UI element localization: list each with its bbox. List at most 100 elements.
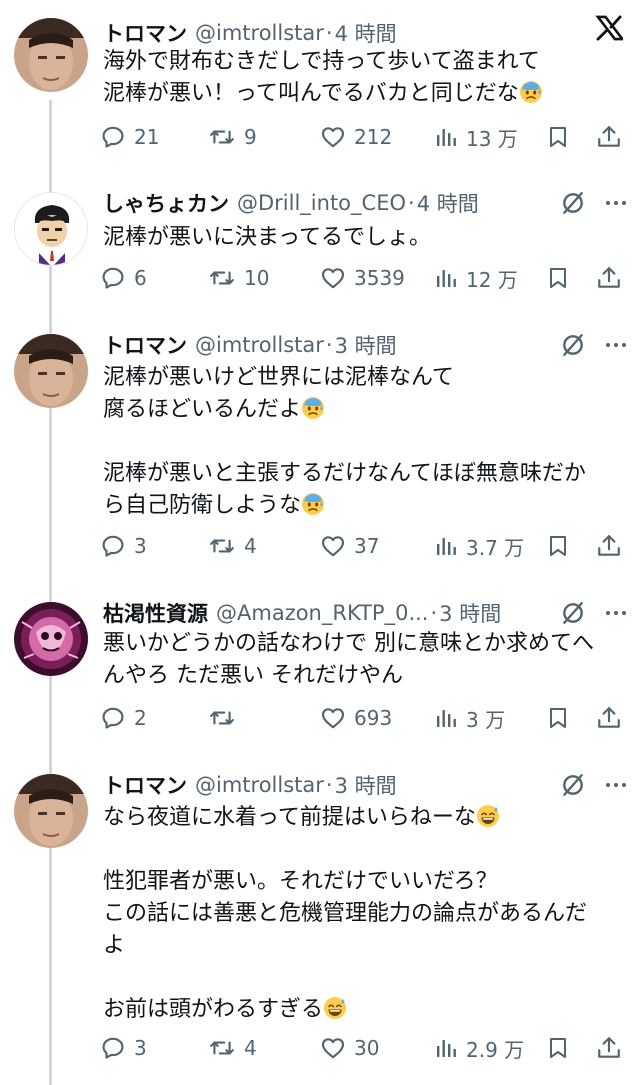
avatar[interactable] bbox=[14, 192, 88, 266]
separator-dot: · bbox=[325, 21, 333, 45]
share-icon bbox=[598, 126, 620, 147]
avatar-photo bbox=[14, 18, 88, 92]
tweet-top-actions bbox=[560, 186, 628, 220]
timestamp[interactable]: 3 時間 bbox=[335, 330, 397, 360]
bookmark-button[interactable] bbox=[546, 261, 570, 295]
tweet-header: トロマン @imtrollstar · 3 時間 bbox=[103, 768, 397, 802]
share-icon bbox=[598, 267, 620, 288]
heart-icon bbox=[321, 708, 345, 729]
tweet-top-actions bbox=[560, 328, 628, 362]
tweet-paragraph: お前は頭がわるすぎる bbox=[103, 994, 628, 1026]
timestamp[interactable]: 4 時間 bbox=[335, 18, 397, 48]
bookmark-button[interactable] bbox=[546, 529, 570, 563]
heart-icon bbox=[321, 127, 345, 148]
avatar[interactable] bbox=[14, 334, 88, 408]
like-button[interactable]: 693 bbox=[320, 701, 392, 735]
views-icon bbox=[437, 270, 456, 287]
display-name[interactable]: しゃちょカン bbox=[103, 188, 229, 218]
retweet-button[interactable]: 4 bbox=[208, 529, 257, 563]
x-logo-icon[interactable] bbox=[595, 14, 623, 42]
avatar[interactable] bbox=[14, 602, 88, 676]
bookmark-icon bbox=[550, 1038, 566, 1058]
grinning-sweat-icon bbox=[476, 804, 500, 828]
display-name[interactable]: トロマン bbox=[103, 330, 187, 360]
views-count: 3.7 万 bbox=[466, 535, 525, 560]
share-button[interactable] bbox=[596, 529, 622, 563]
separator-dot: · bbox=[325, 773, 333, 797]
share-icon bbox=[598, 1037, 620, 1058]
grok-icon[interactable] bbox=[560, 332, 586, 358]
tweet-paragraph: 泥棒が悪いけど世界には泥棒なんて 腐るほどいるんだよ bbox=[103, 365, 454, 422]
separator-dot: · bbox=[408, 191, 415, 215]
like-count: 30 bbox=[354, 1036, 380, 1060]
bookmark-icon bbox=[550, 536, 566, 556]
username[interactable]: @imtrollstar bbox=[195, 21, 324, 45]
like-count: 3539 bbox=[354, 266, 405, 290]
views-button[interactable]: 12 万 bbox=[434, 261, 518, 295]
heart-icon bbox=[321, 268, 345, 289]
display-name[interactable]: トロマン bbox=[103, 770, 187, 800]
retweet-button[interactable]: 9 bbox=[208, 120, 257, 154]
retweet-count: 4 bbox=[244, 1036, 257, 1060]
more-options-icon[interactable] bbox=[604, 333, 628, 357]
views-icon bbox=[437, 129, 456, 146]
bookmark-icon bbox=[550, 127, 566, 147]
share-button[interactable] bbox=[596, 1031, 622, 1065]
retweet-icon bbox=[210, 271, 234, 285]
like-button[interactable]: 30 bbox=[320, 1031, 379, 1065]
tweet-paragraph: 海外で財布むきだしで持って歩いて盗まれて 泥棒が悪い！って叫んでるバカと同じだな bbox=[103, 46, 628, 110]
like-button[interactable]: 37 bbox=[320, 529, 379, 563]
retweet-icon bbox=[210, 539, 234, 553]
bookmark-button[interactable] bbox=[546, 701, 570, 735]
grok-icon[interactable] bbox=[560, 190, 586, 216]
anxious-face-icon bbox=[519, 80, 543, 104]
views-count: 12 万 bbox=[466, 267, 518, 292]
views-button[interactable]: 3.7 万 bbox=[434, 529, 524, 563]
like-count: 693 bbox=[354, 706, 393, 730]
display-name[interactable]: トロマン bbox=[103, 18, 187, 48]
reply-button[interactable]: 21 bbox=[100, 120, 159, 154]
grinning-sweat-icon bbox=[323, 996, 347, 1020]
share-button[interactable] bbox=[596, 261, 622, 295]
retweet-button[interactable] bbox=[208, 701, 244, 735]
reply-button[interactable]: 3 bbox=[100, 1031, 147, 1065]
reply-button[interactable]: 6 bbox=[100, 261, 147, 295]
share-button[interactable] bbox=[596, 120, 622, 154]
username[interactable]: @Drill_into_CEO bbox=[237, 191, 406, 215]
views-button[interactable]: 13 万 bbox=[434, 120, 518, 154]
tweet-header: トロマン @imtrollstar · 4 時間 bbox=[103, 16, 397, 50]
timestamp[interactable]: 3 時間 bbox=[439, 598, 501, 628]
views-count: 2.9 万 bbox=[466, 1037, 525, 1062]
like-button[interactable]: 3539 bbox=[320, 261, 405, 295]
display-name[interactable]: 枯渇性資源 bbox=[103, 598, 208, 628]
reply-icon bbox=[102, 267, 124, 289]
tweet-header: 枯渇性資源 @Amazon_RKTP_0... · 3 時間 bbox=[103, 596, 501, 630]
heart-icon bbox=[321, 1038, 345, 1059]
tweet-header: トロマン @imtrollstar · 3 時間 bbox=[103, 328, 397, 362]
action-bar: 3 4 30 2.9 万 bbox=[100, 1031, 628, 1065]
grok-icon[interactable] bbox=[560, 600, 586, 626]
tweet-paragraph: 泥棒が悪いと主張するだけなんてほぼ無意味だか ら自己防衛しような bbox=[103, 461, 586, 518]
bookmark-button[interactable] bbox=[546, 1031, 570, 1065]
avatar[interactable] bbox=[14, 18, 88, 92]
avatar[interactable] bbox=[14, 774, 88, 848]
timestamp[interactable]: 3 時間 bbox=[335, 770, 397, 800]
share-button[interactable] bbox=[596, 701, 622, 735]
views-button[interactable]: 2.9 万 bbox=[434, 1031, 524, 1065]
like-count: 37 bbox=[354, 534, 380, 558]
bookmark-button[interactable] bbox=[546, 120, 570, 154]
username[interactable]: @Amazon_RKTP_0... bbox=[216, 601, 428, 625]
retweet-button[interactable]: 10 bbox=[208, 261, 269, 295]
retweet-button[interactable]: 4 bbox=[208, 1031, 257, 1065]
more-options-icon[interactable] bbox=[604, 191, 628, 215]
more-options-icon[interactable] bbox=[604, 601, 628, 625]
views-button[interactable]: 3 万 bbox=[434, 701, 505, 735]
reply-button[interactable]: 2 bbox=[100, 701, 147, 735]
like-button[interactable]: 212 bbox=[320, 120, 392, 154]
grok-icon[interactable] bbox=[560, 772, 586, 798]
username[interactable]: @imtrollstar bbox=[195, 773, 324, 797]
more-options-icon[interactable] bbox=[604, 773, 628, 797]
username[interactable]: @imtrollstar bbox=[195, 333, 324, 357]
timestamp[interactable]: 4 時間 bbox=[417, 188, 479, 218]
reply-button[interactable]: 3 bbox=[100, 529, 147, 563]
